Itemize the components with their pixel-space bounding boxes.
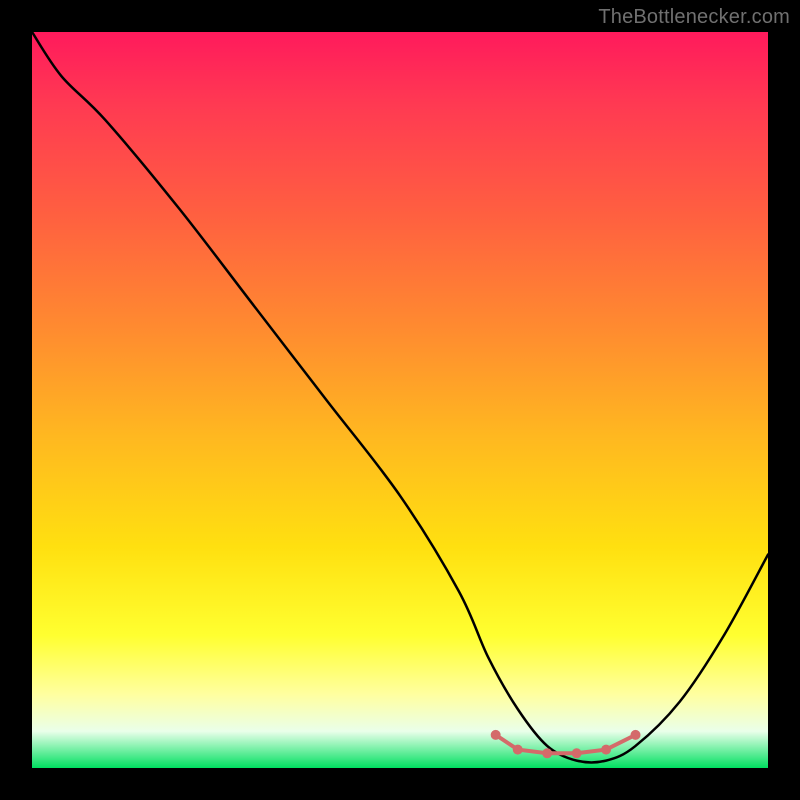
min-band-markers [491, 730, 641, 758]
bottleneck-curve [32, 32, 768, 762]
marker-dot [572, 748, 582, 758]
curve-svg [32, 32, 768, 768]
marker-dot [491, 730, 501, 740]
marker-dot [542, 748, 552, 758]
marker-dot [631, 730, 641, 740]
marker-dot [601, 745, 611, 755]
plot-area [32, 32, 768, 768]
marker-dot [513, 745, 523, 755]
chart-frame: TheBottlenecker.com [0, 0, 800, 800]
watermark-text: TheBottlenecker.com [598, 6, 790, 29]
